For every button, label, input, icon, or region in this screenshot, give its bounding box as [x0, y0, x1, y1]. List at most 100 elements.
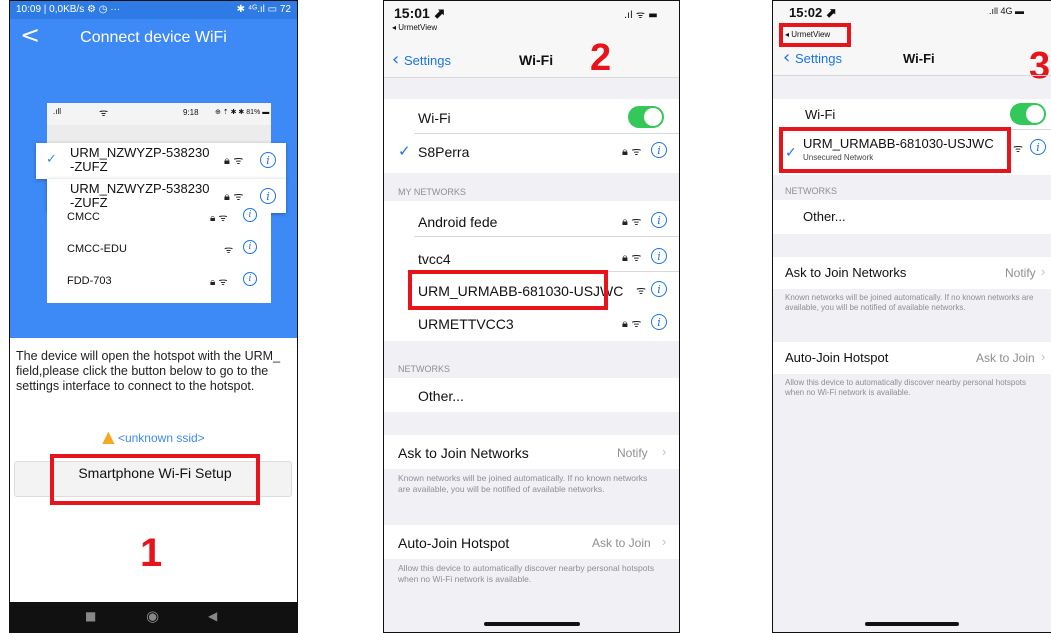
- settings-back-button[interactable]: Settings: [404, 53, 451, 68]
- info-icon[interactable]: i: [651, 142, 667, 158]
- hotspot-label[interactable]: Auto-Join Hotspot: [398, 535, 509, 551]
- info-icon[interactable]: i: [651, 281, 667, 297]
- wifi-icon: ᯤ: [636, 284, 647, 297]
- recents-icon[interactable]: ■: [85, 609, 96, 623]
- my-networks-header: MY NETWORKS: [398, 187, 466, 197]
- lock-wifi-icon: 🔒︎ ᯤ: [210, 277, 228, 288]
- current-network[interactable]: S8Perra: [418, 144, 469, 160]
- divider: [414, 133, 679, 134]
- chevron-right-icon: ›: [1041, 349, 1046, 364]
- checkmark-icon: ✓: [46, 152, 57, 167]
- home-indicator[interactable]: [865, 622, 959, 626]
- ask-to-join-label[interactable]: Ask to Join Networks: [398, 445, 529, 461]
- network-name-cmcc[interactable]: CMCC: [67, 211, 100, 223]
- other-network[interactable]: Other...: [418, 388, 464, 404]
- info-icon[interactable]: i: [243, 208, 257, 222]
- signal-icon: .ıll: [53, 107, 61, 116]
- home-indicator[interactable]: [484, 622, 580, 626]
- lock-wifi-icon: 🔒︎ ᯤ: [224, 190, 244, 203]
- info-icon[interactable]: i: [243, 272, 257, 286]
- back-chevron-icon[interactable]: ‹: [783, 47, 790, 68]
- back-nav-icon[interactable]: ◀: [208, 609, 217, 623]
- network-tvcc4[interactable]: tvcc4: [418, 251, 451, 267]
- nav-bar: ■ ◉ ◀: [10, 602, 297, 632]
- step-number-2: 2: [590, 37, 612, 79]
- inner-status-right: ⊕ ⇡ ✱ ✱ 81% ▬: [215, 109, 270, 116]
- wifi-icon: ᯤ: [224, 245, 234, 256]
- ask-note: Known networks will be joined automatica…: [398, 473, 648, 494]
- lock-wifi-icon: 🔒︎ ᯤ: [224, 154, 244, 167]
- wifi-icon: ᯤ: [1013, 142, 1024, 155]
- lock-wifi-icon: 🔒︎ ᯤ: [622, 145, 642, 158]
- hotspot-note: Allow this device to automatically disco…: [785, 378, 1027, 397]
- other-network[interactable]: Other...: [803, 209, 846, 224]
- network-urmettvcc3[interactable]: URMETTVCC3: [418, 316, 514, 332]
- description-text: The device will open the hotspot with th…: [16, 349, 281, 393]
- hotspot-label[interactable]: Auto-Join Hotspot: [785, 350, 888, 365]
- lock-wifi-icon: 🔒︎ ᯤ: [622, 251, 642, 264]
- networks-header: NETWORKS: [398, 364, 451, 374]
- ask-to-join-value: Notify: [1005, 266, 1036, 280]
- status-icons: .ıl ᯤ ▬: [624, 10, 658, 21]
- status-right: ✱ ⁴ᴳ.ıl ▭ 72: [236, 4, 291, 15]
- divider: [773, 75, 1051, 76]
- settings-back-button[interactable]: Settings: [795, 51, 842, 66]
- info-icon[interactable]: i: [243, 240, 257, 254]
- info-icon[interactable]: i: [651, 248, 667, 264]
- status-time: 15:01 ⬈: [394, 5, 446, 21]
- ssid-text: <unknown ssid>: [117, 431, 205, 445]
- home-icon[interactable]: ◉: [146, 607, 159, 625]
- info-icon[interactable]: i: [651, 314, 667, 330]
- network-name-cmcc-edu[interactable]: CMCC-EDU: [67, 243, 127, 255]
- info-icon[interactable]: i: [1030, 139, 1046, 155]
- ask-to-join-value: Notify: [617, 446, 648, 460]
- chevron-right-icon: ›: [1041, 264, 1046, 279]
- lock-wifi-icon: 🔒︎ ᯤ: [210, 213, 228, 224]
- highlight-box-1: [50, 454, 260, 505]
- nav-title: Wi-Fi: [519, 52, 554, 68]
- hotspot-value: Ask to Join: [976, 351, 1035, 365]
- lock-wifi-icon: 🔒︎ ᯤ: [622, 317, 642, 330]
- page-title: Connect device WiFi: [80, 29, 227, 46]
- wifi-icon: ᯤ: [99, 108, 109, 119]
- inner-time: 9:18: [183, 108, 199, 117]
- highlight-box-app: [779, 23, 851, 47]
- wifi-toggle[interactable]: [628, 106, 664, 128]
- networks-header: NETWORKS: [785, 186, 838, 196]
- info-icon[interactable]: i: [260, 188, 276, 204]
- highlight-box-3: [779, 127, 1011, 173]
- status-icons: .ıll 4G ▬: [989, 6, 1025, 16]
- ios-screen-3: 15:02 ⬈ ◂ UrmetView .ıll 4G ▬ ‹ Settings…: [772, 0, 1051, 633]
- info-icon[interactable]: i: [260, 152, 276, 168]
- status-time: 15:02 ⬈: [789, 5, 837, 20]
- checkmark-icon: ✓: [398, 142, 411, 160]
- network-name-fdd[interactable]: FDD-703: [67, 275, 112, 287]
- info-icon[interactable]: i: [651, 212, 667, 228]
- network-android-fede[interactable]: Android fede: [418, 214, 497, 230]
- hotspot-note: Allow this device to automatically disco…: [398, 563, 655, 584]
- android-screen: 10:09 | 0,0KB/s ⚙ ◷ ··· ✱ ⁴ᴳ.ıl ▭ 72 < C…: [9, 0, 298, 633]
- step-number-3: 3: [1029, 45, 1051, 87]
- ios-screen-2: 15:01 ⬈ ◂ UrmetView .ıl ᯤ ▬ ‹ Settings W…: [383, 0, 680, 633]
- warning-icon: ▲: [102, 427, 115, 446]
- nav-title: Wi-Fi: [903, 51, 935, 66]
- lock-wifi-icon: 🔒︎ ᯤ: [622, 215, 642, 228]
- warning-row: ▲ <unknown ssid>: [10, 427, 297, 446]
- inner-status-bar: .ıll ᯤ 9:18 ⊕ ⇡ ✱ ✱ 81% ▬: [47, 103, 271, 125]
- network-name: URM_NZWYZP-538230 -ZUFZ: [70, 181, 210, 210]
- divider: [384, 77, 679, 78]
- back-to-app[interactable]: ◂ UrmetView: [392, 23, 437, 32]
- chevron-right-icon: ›: [662, 534, 667, 549]
- divider: [414, 236, 679, 237]
- hotspot-value: Ask to Join: [592, 536, 651, 550]
- status-left: 10:09 | 0,0KB/s ⚙ ◷ ···: [16, 4, 121, 15]
- ask-to-join-label[interactable]: Ask to Join Networks: [785, 265, 906, 280]
- chevron-right-icon: ›: [662, 444, 667, 459]
- back-chevron-icon[interactable]: ‹: [392, 49, 399, 70]
- network-name: URM_NZWYZP-538230 -ZUFZ: [70, 145, 210, 174]
- highlight-box-2: [408, 270, 608, 310]
- network-row-3[interactable]: [47, 213, 271, 303]
- wifi-toggle[interactable]: [1010, 103, 1046, 125]
- wifi-label: Wi-Fi: [418, 110, 451, 126]
- network-row-1[interactable]: ✓ URM_NZWYZP-538230 -ZUFZ 🔒︎ ᯤ i: [36, 143, 286, 179]
